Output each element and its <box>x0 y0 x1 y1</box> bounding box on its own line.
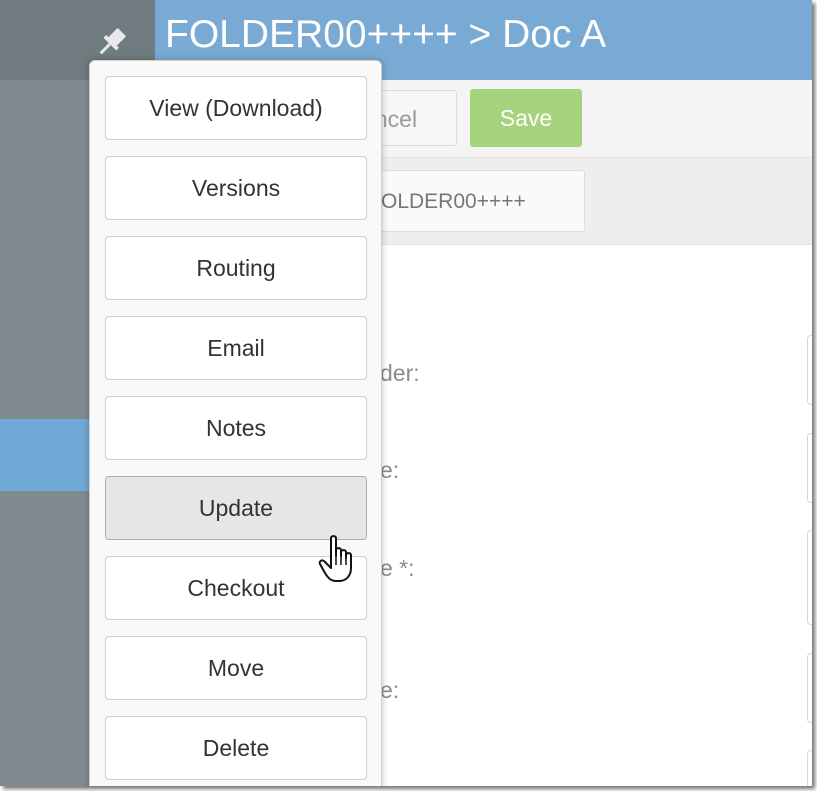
form-label-required: e *: <box>380 555 415 581</box>
app-window: FOLDER00++++ > Doc A ncel Save OLDER00++… <box>0 0 812 786</box>
menu-item-update[interactable]: Update <box>105 476 367 540</box>
form-label-type: e: <box>380 677 400 703</box>
form-label-name: e: <box>380 457 400 483</box>
menu-item-notes[interactable]: Notes <box>105 396 367 460</box>
required-field[interactable] <box>807 530 812 625</box>
pin-icon[interactable] <box>92 22 132 62</box>
page-title: FOLDER00++++ > Doc A <box>165 13 607 56</box>
name-field[interactable] <box>807 433 812 503</box>
menu-item-routing[interactable]: Routing <box>105 236 367 300</box>
menu-item-email[interactable]: Email <box>105 316 367 380</box>
menu-item-delete[interactable]: Delete <box>105 716 367 780</box>
form-label-folder: der: <box>380 360 420 386</box>
extra-field[interactable] <box>807 750 812 786</box>
menu-item-move[interactable]: Move <box>105 636 367 700</box>
hand-pointer-icon <box>318 534 362 586</box>
folder-field[interactable] <box>807 335 812 405</box>
document-actions-menu: View (Download) Versions Routing Email N… <box>89 60 382 786</box>
save-button[interactable]: Save <box>470 89 582 147</box>
menu-item-versions[interactable]: Versions <box>105 156 367 220</box>
menu-item-view-download[interactable]: View (Download) <box>105 76 367 140</box>
type-field[interactable] <box>807 653 812 723</box>
